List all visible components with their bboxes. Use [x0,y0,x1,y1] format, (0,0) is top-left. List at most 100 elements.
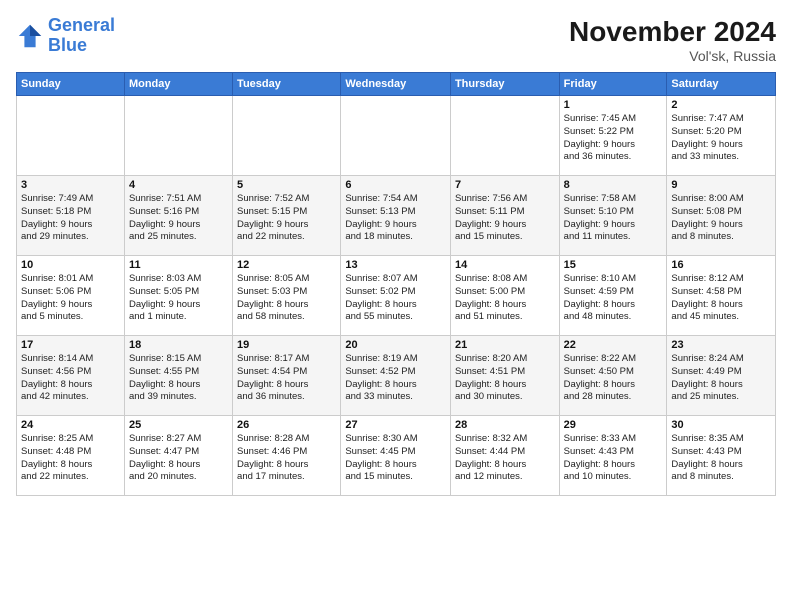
calendar-cell: 27 Sunrise: 8:30 AM Sunset: 4:45 PM Dayli… [341,416,451,496]
calendar-cell: 3Sunrise: 7:49 AM Sunset: 5:18 PM Daylig… [17,176,125,256]
calendar-cell: 10 Sunrise: 8:01 AM Sunset: 5:06 PM Dayli… [17,256,125,336]
day-number: 7 [455,179,555,191]
day-info: Sunrise: 8:20 AM Sunset: 4:51 PM Dayligh… [455,353,555,404]
day-number: 12 [237,259,336,271]
calendar-cell: 19 Sunrise: 8:17 AM Sunset: 4:54 PM Dayli… [233,336,341,416]
day-number: 3 [21,179,120,191]
day-number: 13 [345,259,446,271]
calendar-cell: 4Sunrise: 7:51 AM Sunset: 5:16 PM Daylig… [124,176,232,256]
day-info: Sunrise: 8:35 AM Sunset: 4:43 PM Dayligh… [671,433,771,484]
day-number: 9 [671,179,771,191]
logo: General Blue [16,16,115,56]
calendar-cell: 20 Sunrise: 8:19 AM Sunset: 4:52 PM Dayli… [341,336,451,416]
header-tuesday: Tuesday [233,73,341,96]
calendar-cell [450,96,559,176]
calendar-cell: 15Sunrise: 8:10 AM Sunset: 4:59 PM Dayli… [559,256,667,336]
day-info: Sunrise: 7:45 AM Sunset: 5:22 PM Dayligh… [564,113,663,164]
day-info: Sunrise: 8:00 AM Sunset: 5:08 PM Dayligh… [671,193,771,244]
calendar-cell: 1 Sunrise: 7:45 AM Sunset: 5:22 PM Daylig… [559,96,667,176]
calendar-cell: 11 Sunrise: 8:03 AM Sunset: 5:05 PM Dayli… [124,256,232,336]
calendar-cell: 7 Sunrise: 7:56 AM Sunset: 5:11 PM Daylig… [450,176,559,256]
calendar-cell: 30 Sunrise: 8:35 AM Sunset: 4:43 PM Dayli… [667,416,776,496]
day-number: 6 [345,179,446,191]
header-wednesday: Wednesday [341,73,451,96]
calendar-week-5: 24 Sunrise: 8:25 AM Sunset: 4:48 PM Dayli… [17,416,776,496]
calendar-cell: 22 Sunrise: 8:22 AM Sunset: 4:50 PM Dayli… [559,336,667,416]
day-info: Sunrise: 8:12 AM Sunset: 4:58 PM Dayligh… [671,273,771,324]
day-number: 21 [455,339,555,351]
title-section: November 2024 Vol'sk, Russia [569,16,776,64]
calendar-cell: 12 Sunrise: 8:05 AM Sunset: 5:03 PM Dayli… [233,256,341,336]
calendar-cell: 17 Sunrise: 8:14 AM Sunset: 4:56 PM Dayli… [17,336,125,416]
day-number: 4 [129,179,228,191]
day-info: Sunrise: 8:14 AM Sunset: 4:56 PM Dayligh… [21,353,120,404]
day-number: 5 [237,179,336,191]
day-number: 14 [455,259,555,271]
calendar-week-3: 10 Sunrise: 8:01 AM Sunset: 5:06 PM Dayli… [17,256,776,336]
day-info: Sunrise: 8:24 AM Sunset: 4:49 PM Dayligh… [671,353,771,404]
day-number: 11 [129,259,228,271]
day-info: Sunrise: 8:03 AM Sunset: 5:05 PM Dayligh… [129,273,228,324]
calendar: Sunday Monday Tuesday Wednesday Thursday… [16,72,776,496]
day-info: Sunrise: 8:30 AM Sunset: 4:45 PM Dayligh… [345,433,446,484]
header-thursday: Thursday [450,73,559,96]
header-friday: Friday [559,73,667,96]
day-number: 26 [237,419,336,431]
day-info: Sunrise: 8:33 AM Sunset: 4:43 PM Dayligh… [564,433,663,484]
page: General Blue November 2024 Vol'sk, Russi… [0,0,792,612]
header-monday: Monday [124,73,232,96]
calendar-cell [124,96,232,176]
day-info: Sunrise: 8:07 AM Sunset: 5:02 PM Dayligh… [345,273,446,324]
calendar-week-1: 1 Sunrise: 7:45 AM Sunset: 5:22 PM Daylig… [17,96,776,176]
day-info: Sunrise: 8:22 AM Sunset: 4:50 PM Dayligh… [564,353,663,404]
calendar-cell: 13 Sunrise: 8:07 AM Sunset: 5:02 PM Dayli… [341,256,451,336]
day-number: 2 [671,99,771,111]
calendar-week-4: 17 Sunrise: 8:14 AM Sunset: 4:56 PM Dayli… [17,336,776,416]
day-info: Sunrise: 8:28 AM Sunset: 4:46 PM Dayligh… [237,433,336,484]
day-info: Sunrise: 8:10 AM Sunset: 4:59 PM Dayligh… [564,273,663,324]
day-info: Sunrise: 8:01 AM Sunset: 5:06 PM Dayligh… [21,273,120,324]
day-number: 22 [564,339,663,351]
calendar-cell: 6 Sunrise: 7:54 AM Sunset: 5:13 PM Daylig… [341,176,451,256]
calendar-cell [341,96,451,176]
day-number: 30 [671,419,771,431]
location: Vol'sk, Russia [569,48,776,64]
calendar-cell: 29 Sunrise: 8:33 AM Sunset: 4:43 PM Dayli… [559,416,667,496]
day-number: 16 [671,259,771,271]
month-title: November 2024 [569,16,776,48]
day-number: 20 [345,339,446,351]
calendar-cell: 18 Sunrise: 8:15 AM Sunset: 4:55 PM Dayli… [124,336,232,416]
day-info: Sunrise: 8:15 AM Sunset: 4:55 PM Dayligh… [129,353,228,404]
day-info: Sunrise: 7:52 AM Sunset: 5:15 PM Dayligh… [237,193,336,244]
calendar-week-2: 3Sunrise: 7:49 AM Sunset: 5:18 PM Daylig… [17,176,776,256]
day-info: Sunrise: 8:19 AM Sunset: 4:52 PM Dayligh… [345,353,446,404]
calendar-cell: 9 Sunrise: 8:00 AM Sunset: 5:08 PM Daylig… [667,176,776,256]
day-number: 18 [129,339,228,351]
calendar-cell: 23Sunrise: 8:24 AM Sunset: 4:49 PM Dayli… [667,336,776,416]
header-sunday: Sunday [17,73,125,96]
day-number: 17 [21,339,120,351]
header-saturday: Saturday [667,73,776,96]
day-info: Sunrise: 8:32 AM Sunset: 4:44 PM Dayligh… [455,433,555,484]
day-info: Sunrise: 7:56 AM Sunset: 5:11 PM Dayligh… [455,193,555,244]
day-number: 24 [21,419,120,431]
calendar-cell: 21 Sunrise: 8:20 AM Sunset: 4:51 PM Dayli… [450,336,559,416]
day-number: 29 [564,419,663,431]
calendar-cell: 25Sunrise: 8:27 AM Sunset: 4:47 PM Dayli… [124,416,232,496]
day-number: 19 [237,339,336,351]
day-info: Sunrise: 8:08 AM Sunset: 5:00 PM Dayligh… [455,273,555,324]
day-info: Sunrise: 8:25 AM Sunset: 4:48 PM Dayligh… [21,433,120,484]
logo-text: General Blue [48,16,115,56]
day-number: 27 [345,419,446,431]
day-info: Sunrise: 7:58 AM Sunset: 5:10 PM Dayligh… [564,193,663,244]
day-info: Sunrise: 8:05 AM Sunset: 5:03 PM Dayligh… [237,273,336,324]
day-info: Sunrise: 8:17 AM Sunset: 4:54 PM Dayligh… [237,353,336,404]
calendar-cell [17,96,125,176]
day-number: 1 [564,99,663,111]
calendar-cell: 16 Sunrise: 8:12 AM Sunset: 4:58 PM Dayli… [667,256,776,336]
header: General Blue November 2024 Vol'sk, Russi… [16,16,776,64]
day-number: 10 [21,259,120,271]
day-info: Sunrise: 7:54 AM Sunset: 5:13 PM Dayligh… [345,193,446,244]
logo-icon [16,22,44,50]
calendar-header-row: Sunday Monday Tuesday Wednesday Thursday… [17,73,776,96]
